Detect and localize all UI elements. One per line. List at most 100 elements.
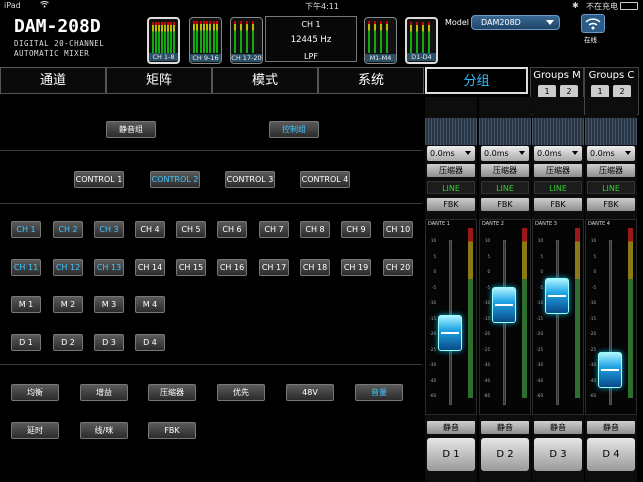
strip-channel-button[interactable]: D 3 bbox=[534, 438, 582, 471]
wifi-connect-button[interactable] bbox=[581, 14, 605, 33]
strip-channel-button[interactable]: D 1 bbox=[427, 438, 475, 471]
dante-button-d4[interactable]: D 4 bbox=[135, 334, 165, 351]
control-4-button[interactable]: CONTROL 4 bbox=[300, 171, 350, 188]
eq-button[interactable]: 均衡 bbox=[11, 384, 59, 401]
meter-label: CH 1-8 bbox=[149, 53, 178, 61]
tab-mode[interactable]: 模式 bbox=[212, 67, 318, 94]
tab-matrix[interactable]: 矩阵 bbox=[106, 67, 212, 94]
strip-mute-button[interactable]: 静音 bbox=[481, 421, 529, 434]
mic-button-m1[interactable]: M 1 bbox=[11, 296, 41, 313]
fbk-button[interactable]: FBK bbox=[148, 422, 196, 439]
phantom-48v-button[interactable]: 48V bbox=[286, 384, 334, 401]
delay-select[interactable]: 0.0ms bbox=[427, 146, 475, 161]
device-label: iPad bbox=[4, 1, 21, 10]
strip-line-toggle[interactable]: LINE bbox=[427, 181, 475, 194]
channel-button-ch14[interactable]: CH 14 bbox=[135, 259, 165, 276]
meter-label: CH 9-16 bbox=[190, 54, 221, 62]
strip-compressor-button[interactable]: 压缩器 bbox=[534, 164, 582, 177]
fader-scale-label: -15 bbox=[429, 315, 436, 321]
control-group-button[interactable]: 控制组 bbox=[269, 121, 319, 138]
dante-button-d2[interactable]: D 2 bbox=[53, 334, 83, 351]
mute-group-button[interactable]: 静音组 bbox=[106, 121, 156, 138]
compressor-button[interactable]: 压缩器 bbox=[148, 384, 196, 401]
channel-button-ch20[interactable]: CH 20 bbox=[383, 259, 413, 276]
mic-button-m4[interactable]: M 4 bbox=[135, 296, 165, 313]
channel-button-ch4[interactable]: CH 4 bbox=[135, 221, 165, 238]
delay-button[interactable]: 延时 bbox=[11, 422, 59, 439]
strip-fbk-button[interactable]: FBK bbox=[587, 198, 635, 211]
fader-knob[interactable] bbox=[492, 287, 516, 323]
strip-line-toggle[interactable]: LINE bbox=[534, 181, 582, 194]
delay-select[interactable]: 0.0ms bbox=[481, 146, 529, 161]
meter-group-d1-d4[interactable]: D1-D4 bbox=[405, 17, 438, 64]
app-subtitle-line2: AUTOMATIC MIXER bbox=[14, 49, 90, 58]
priority-button[interactable]: 优先 bbox=[217, 384, 265, 401]
channel-button-ch15[interactable]: CH 15 bbox=[176, 259, 206, 276]
channel-button-ch19[interactable]: CH 19 bbox=[341, 259, 371, 276]
channel-button-ch3[interactable]: CH 3 bbox=[94, 221, 124, 238]
volume-button[interactable]: 音量 bbox=[355, 384, 403, 401]
level-meter bbox=[468, 228, 473, 398]
channel-button-ch18[interactable]: CH 18 bbox=[300, 259, 330, 276]
fader-scale-label: 10 bbox=[430, 238, 436, 243]
channel-button-ch17[interactable]: CH 17 bbox=[259, 259, 289, 276]
meter-group-ch17-20[interactable]: CH 17-20 bbox=[230, 17, 263, 64]
strip-fbk-button[interactable]: FBK bbox=[534, 198, 582, 211]
fader-knob[interactable] bbox=[598, 352, 622, 388]
dante-button-d1[interactable]: D 1 bbox=[11, 334, 41, 351]
fader-scale-label: 10 bbox=[537, 238, 543, 243]
mic-button-m3[interactable]: M 3 bbox=[94, 296, 124, 313]
model-select[interactable]: DAM208D bbox=[471, 15, 560, 30]
meter-group-ch9-16[interactable]: CH 9-16 bbox=[189, 17, 222, 64]
strip-compressor-button[interactable]: 压缩器 bbox=[587, 164, 635, 177]
channel-button-ch11[interactable]: CH 11 bbox=[11, 259, 41, 276]
strip-fbk-button[interactable]: FBK bbox=[481, 198, 529, 211]
info-filter: LPF bbox=[304, 52, 318, 61]
mic-button-m2[interactable]: M 2 bbox=[53, 296, 83, 313]
strip-mute-button[interactable]: 静音 bbox=[534, 421, 582, 434]
app-title: DAM-208D bbox=[14, 16, 101, 37]
channel-button-ch12[interactable]: CH 12 bbox=[53, 259, 83, 276]
control-2-button[interactable]: CONTROL 2 bbox=[150, 171, 200, 188]
fader-scale-label: -40 bbox=[429, 377, 436, 383]
delay-select[interactable]: 0.0ms bbox=[587, 146, 635, 161]
fader-scale-label: -25 bbox=[483, 346, 490, 352]
strip-channel-button[interactable]: D 2 bbox=[481, 438, 529, 471]
gain-button[interactable]: 增益 bbox=[80, 384, 128, 401]
meter-group-ch1-8[interactable]: CH 1-8 bbox=[147, 17, 180, 64]
channel-button-ch6[interactable]: CH 6 bbox=[217, 221, 247, 238]
battery-icon bbox=[620, 2, 638, 10]
tab-system[interactable]: 系统 bbox=[318, 67, 424, 94]
strip-line-toggle[interactable]: LINE bbox=[587, 181, 635, 194]
tab-channel[interactable]: 通道 bbox=[0, 67, 106, 94]
dante-button-d3[interactable]: D 3 bbox=[94, 334, 124, 351]
tab-group[interactable]: 分组 bbox=[425, 67, 528, 94]
strip-mute-button[interactable]: 静音 bbox=[427, 421, 475, 434]
fader-scale-label: -60 bbox=[429, 393, 436, 398]
channel-button-ch1[interactable]: CH 1 bbox=[11, 221, 41, 238]
line-mic-button[interactable]: 线/咪 bbox=[80, 422, 128, 439]
fader-knob[interactable] bbox=[545, 278, 569, 314]
channel-button-ch5[interactable]: CH 5 bbox=[176, 221, 206, 238]
strip-level-graph bbox=[479, 118, 531, 145]
channel-button-ch7[interactable]: CH 7 bbox=[259, 221, 289, 238]
fader-knob[interactable] bbox=[438, 315, 462, 351]
delay-select[interactable]: 0.0ms bbox=[534, 146, 582, 161]
strip-channel-button[interactable]: D 4 bbox=[587, 438, 635, 471]
control-3-button[interactable]: CONTROL 3 bbox=[225, 171, 275, 188]
strip-compressor-button[interactable]: 压缩器 bbox=[427, 164, 475, 177]
fader-scale-label: -60 bbox=[483, 393, 490, 398]
channel-button-ch8[interactable]: CH 8 bbox=[300, 221, 330, 238]
fader-scale-label: -10 bbox=[483, 300, 490, 305]
channel-button-ch13[interactable]: CH 13 bbox=[94, 259, 124, 276]
channel-button-ch9[interactable]: CH 9 bbox=[341, 221, 371, 238]
meter-group-m1-m4[interactable]: M1-M4 bbox=[364, 17, 397, 64]
strip-line-toggle[interactable]: LINE bbox=[481, 181, 529, 194]
channel-button-ch10[interactable]: CH 10 bbox=[383, 221, 413, 238]
channel-button-ch2[interactable]: CH 2 bbox=[53, 221, 83, 238]
strip-fbk-button[interactable]: FBK bbox=[427, 198, 475, 211]
control-1-button[interactable]: CONTROL 1 bbox=[74, 171, 124, 188]
channel-button-ch16[interactable]: CH 16 bbox=[217, 259, 247, 276]
strip-mute-button[interactable]: 静音 bbox=[587, 421, 635, 434]
strip-compressor-button[interactable]: 压缩器 bbox=[481, 164, 529, 177]
